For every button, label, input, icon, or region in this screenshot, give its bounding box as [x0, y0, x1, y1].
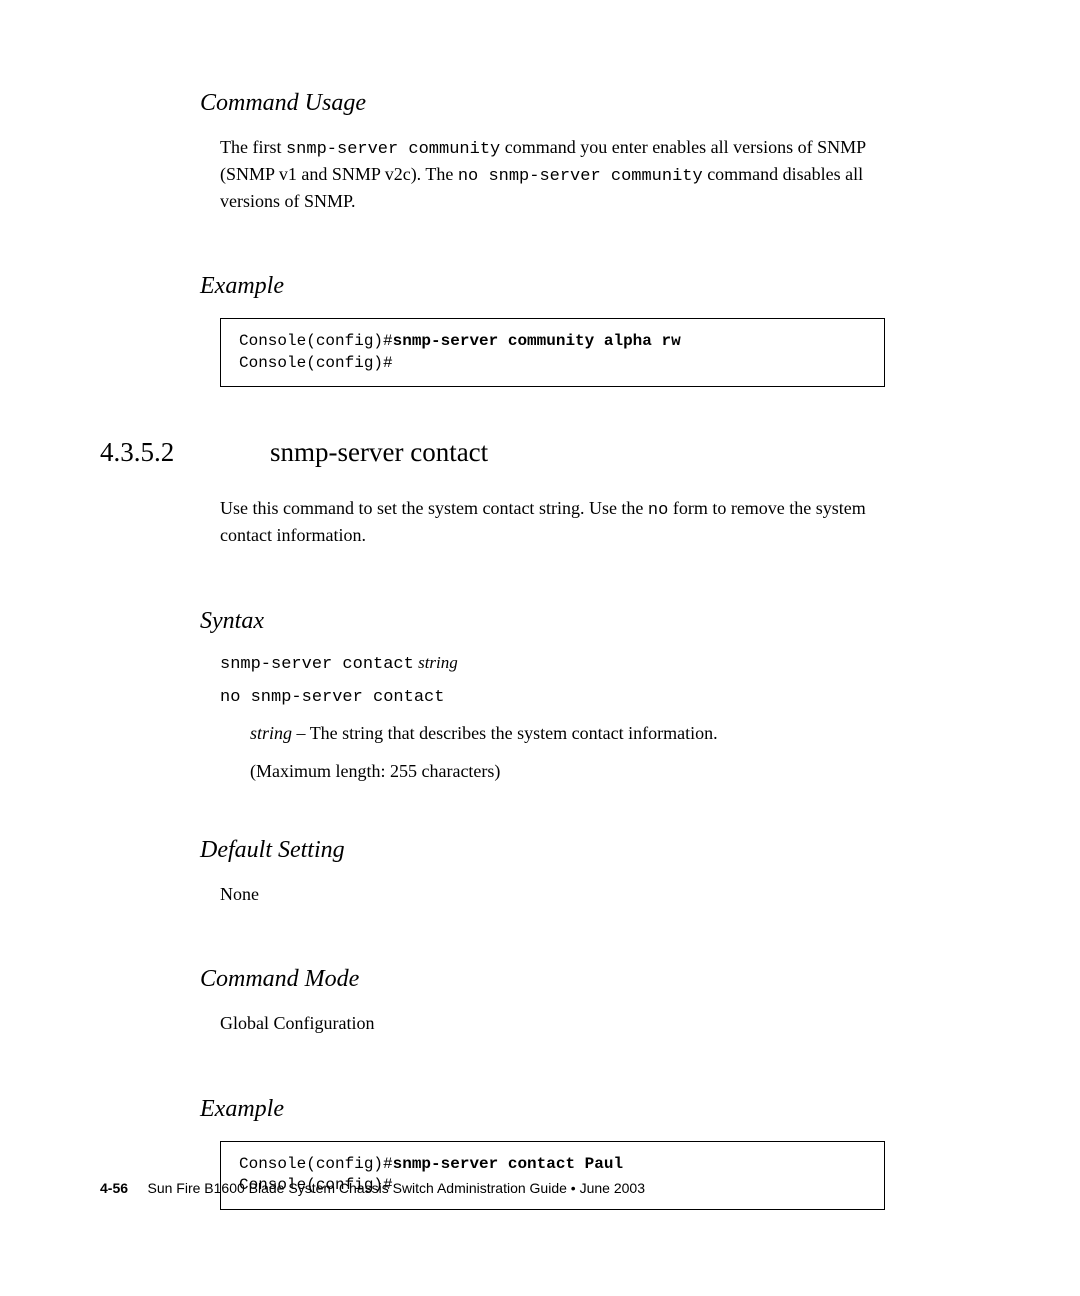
syntax-line: snmp-server contact string	[220, 653, 885, 674]
syntax-heading: Syntax	[200, 608, 885, 635]
command-usage-heading: Command Usage	[200, 90, 885, 117]
section-title: snmp-server contact	[270, 437, 488, 468]
section-description: Use this command to set the system conta…	[220, 496, 885, 547]
console-line: Console(config)#	[239, 353, 866, 375]
text-part: The first	[220, 137, 286, 157]
console-prompt: Console(config)#	[239, 332, 393, 350]
console-command: snmp-server community alpha rw	[393, 332, 681, 350]
command-inline: snmp-server community	[286, 140, 500, 159]
console-prompt: Console(config)#	[239, 1155, 393, 1173]
example-heading: Example	[200, 1096, 885, 1123]
syntax-line: no snmp-server contact	[220, 688, 885, 707]
example-heading: Example	[200, 273, 885, 300]
text-part: Use this command to set the system conta…	[220, 498, 648, 518]
command-mode-value: Global Configuration	[220, 1011, 885, 1035]
command-inline: no snmp-server community	[458, 167, 703, 186]
console-output-box: Console(config)#snmp-server community al…	[220, 318, 885, 387]
default-setting-value: None	[220, 882, 885, 906]
console-command: snmp-server contact Paul	[393, 1155, 623, 1173]
command-mode-heading: Command Mode	[200, 966, 885, 993]
page-number: 4-56	[100, 1180, 128, 1196]
footer-separator	[132, 1180, 144, 1196]
syntax-arg: string	[414, 653, 458, 672]
section-number: 4.3.5.2	[100, 437, 270, 468]
param-desc: – The string that describes the system c…	[292, 723, 718, 743]
syntax-param: string – The string that describes the s…	[250, 721, 885, 745]
syntax-cmd: snmp-server contact	[220, 655, 414, 674]
subsection-heading: 4.3.5.2 snmp-server contact	[100, 437, 885, 468]
command-usage-paragraph: The first snmp-server community command …	[220, 135, 885, 213]
console-line: Console(config)#snmp-server community al…	[239, 331, 866, 353]
page-footer: 4-56 Sun Fire B1600 Blade System Chassis…	[100, 1180, 645, 1196]
default-setting-heading: Default Setting	[200, 837, 885, 864]
command-inline: no	[648, 501, 668, 520]
console-line: Console(config)#snmp-server contact Paul	[239, 1154, 866, 1176]
console-output-box: Console(config)#snmp-server contact Paul…	[220, 1141, 885, 1210]
syntax-param-note: (Maximum length: 255 characters)	[250, 759, 885, 783]
document-title: Sun Fire B1600 Blade System Chassis Swit…	[147, 1180, 645, 1196]
param-name: string	[250, 723, 292, 743]
